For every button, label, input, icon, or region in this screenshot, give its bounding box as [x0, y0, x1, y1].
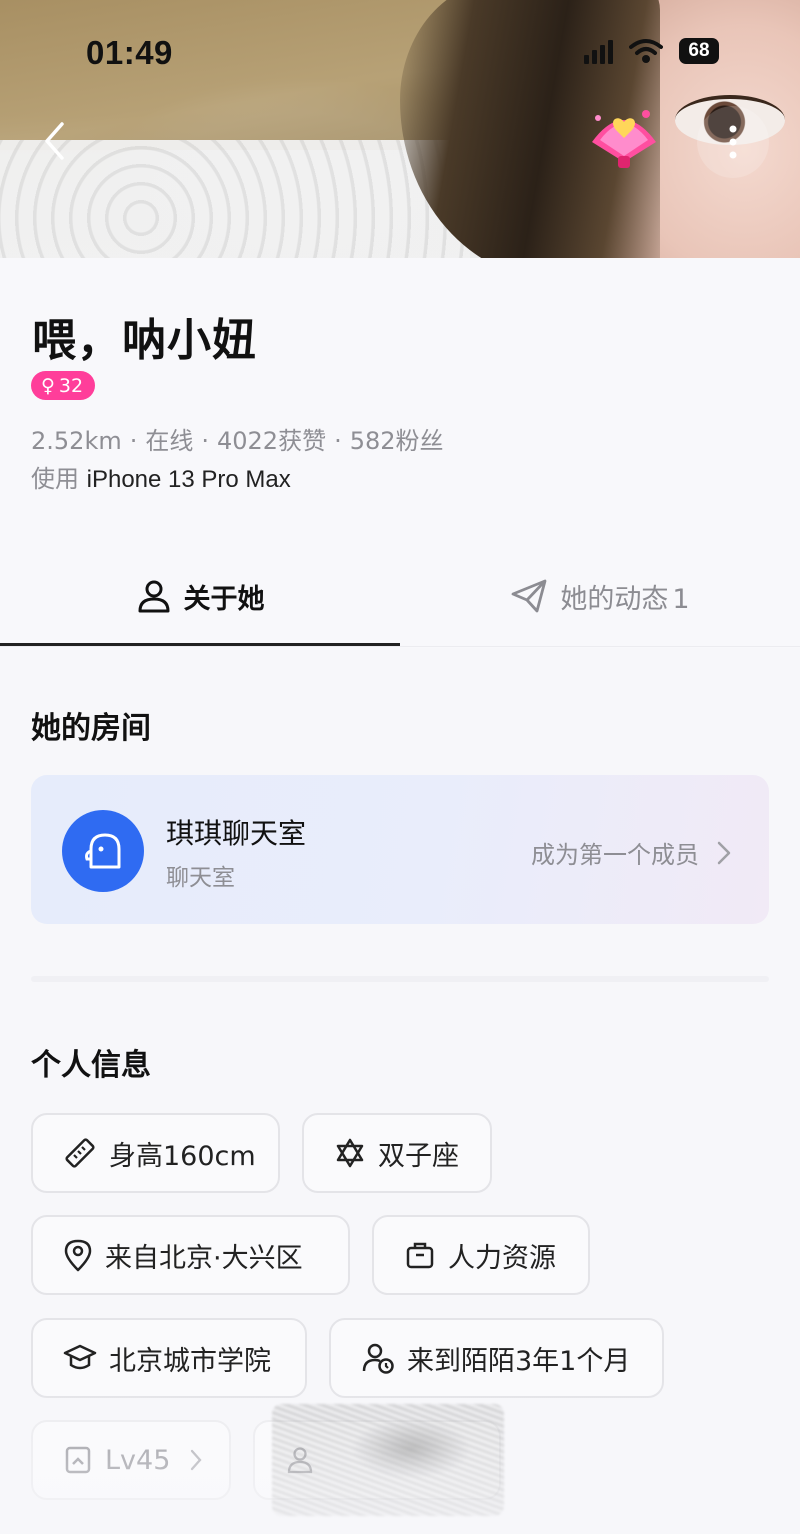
tab-label: 她的动态 1	[560, 583, 690, 615]
back-button[interactable]	[34, 116, 74, 166]
fans-count: 582粉丝	[349, 427, 444, 455]
chat-room-card[interactable]: 琪琪聊天室 聊天室 成为第一个成员	[31, 775, 769, 924]
profile-tabs: 关于她 她的动态 1	[0, 548, 800, 648]
personal-info-title: 个人信息	[31, 1048, 151, 1083]
tab-her-moments[interactable]: 她的动态 1	[400, 548, 800, 644]
device-name: iPhone 13 Pro Max	[86, 466, 291, 493]
gender-age-badge: ♀ 32	[31, 371, 96, 400]
room-type: 聊天室	[166, 865, 235, 891]
separator: ·	[334, 427, 342, 455]
height-chip[interactable]: 身高160cm	[31, 1113, 280, 1193]
membership-duration-chip[interactable]: 来到陌陌3年1个月	[329, 1318, 664, 1398]
chip-label: 双子座	[378, 1140, 459, 1172]
chevron-left-icon	[45, 122, 64, 160]
zodiac-chip[interactable]: 双子座	[302, 1113, 492, 1193]
chip-label: 来自北京·大兴区	[105, 1242, 303, 1274]
profile-name: 喂，呐小妞	[32, 315, 257, 366]
school-chip[interactable]: 北京城市学院	[31, 1318, 307, 1398]
room-avatar	[62, 810, 144, 892]
user-icon	[138, 580, 169, 613]
chip-label: 人力资源	[448, 1242, 556, 1274]
join-room-link[interactable]: 成为第一个成员	[531, 835, 731, 870]
device-prefix: 使用	[31, 465, 79, 493]
occupation-chip[interactable]: 人力资源	[372, 1215, 590, 1295]
separator: ·	[129, 427, 138, 455]
gift-button[interactable]	[584, 104, 664, 174]
tab-label: 关于她	[183, 583, 265, 615]
star-of-david-icon	[336, 1138, 364, 1168]
ruler-icon	[65, 1138, 95, 1168]
level-chip[interactable]: Lv45	[31, 1420, 231, 1500]
battery-indicator: 68	[679, 38, 719, 64]
likes-count: 4022获赞	[217, 427, 327, 455]
chip-label: 北京城市学院	[109, 1345, 271, 1377]
heart-fan-gift-icon	[592, 110, 656, 168]
chip-label: Lv45	[105, 1444, 171, 1476]
section-divider	[31, 976, 769, 982]
cellular-signal-icon	[584, 38, 613, 64]
tab-divider	[0, 646, 800, 647]
redacted-blur	[272, 1404, 504, 1516]
device-info: 使用 iPhone 13 Pro Max	[31, 459, 291, 494]
wifi-icon	[629, 39, 663, 63]
online-status: 在线	[145, 427, 194, 455]
status-bar-time: 01:49	[86, 34, 173, 71]
send-icon	[512, 579, 547, 613]
join-room-label: 成为第一个成员	[531, 841, 699, 869]
briefcase-icon	[406, 1242, 434, 1269]
user-clock-icon	[362, 1343, 394, 1374]
level-badge-icon	[65, 1446, 91, 1474]
graduation-cap-icon	[63, 1344, 97, 1370]
hometown-chip[interactable]: 来自北京·大兴区	[31, 1215, 350, 1295]
chevron-right-icon	[191, 1449, 202, 1471]
status-bar-icons: 68	[584, 38, 719, 64]
more-vertical-icon	[729, 125, 737, 159]
separator: ·	[201, 427, 209, 455]
age-value: 32	[58, 374, 84, 397]
female-icon: ♀	[41, 374, 55, 397]
location-pin-icon	[64, 1239, 92, 1272]
distance: 2.52km	[31, 427, 122, 455]
profile-cover-photo: 01:49 68	[0, 0, 800, 258]
her-room-title: 她的房间	[31, 711, 151, 746]
chat-head-icon	[85, 833, 121, 869]
chevron-right-icon	[717, 841, 731, 864]
chip-label: 身高160cm	[109, 1140, 256, 1172]
profile-stats: 2.52km · 在线 · 4022获赞 · 582粉丝	[31, 421, 444, 456]
tab-about-her[interactable]: 关于她	[0, 548, 400, 644]
room-name: 琪琪聊天室	[166, 817, 307, 850]
chip-label: 来到陌陌3年1个月	[407, 1345, 631, 1377]
more-options-button[interactable]	[697, 106, 769, 178]
